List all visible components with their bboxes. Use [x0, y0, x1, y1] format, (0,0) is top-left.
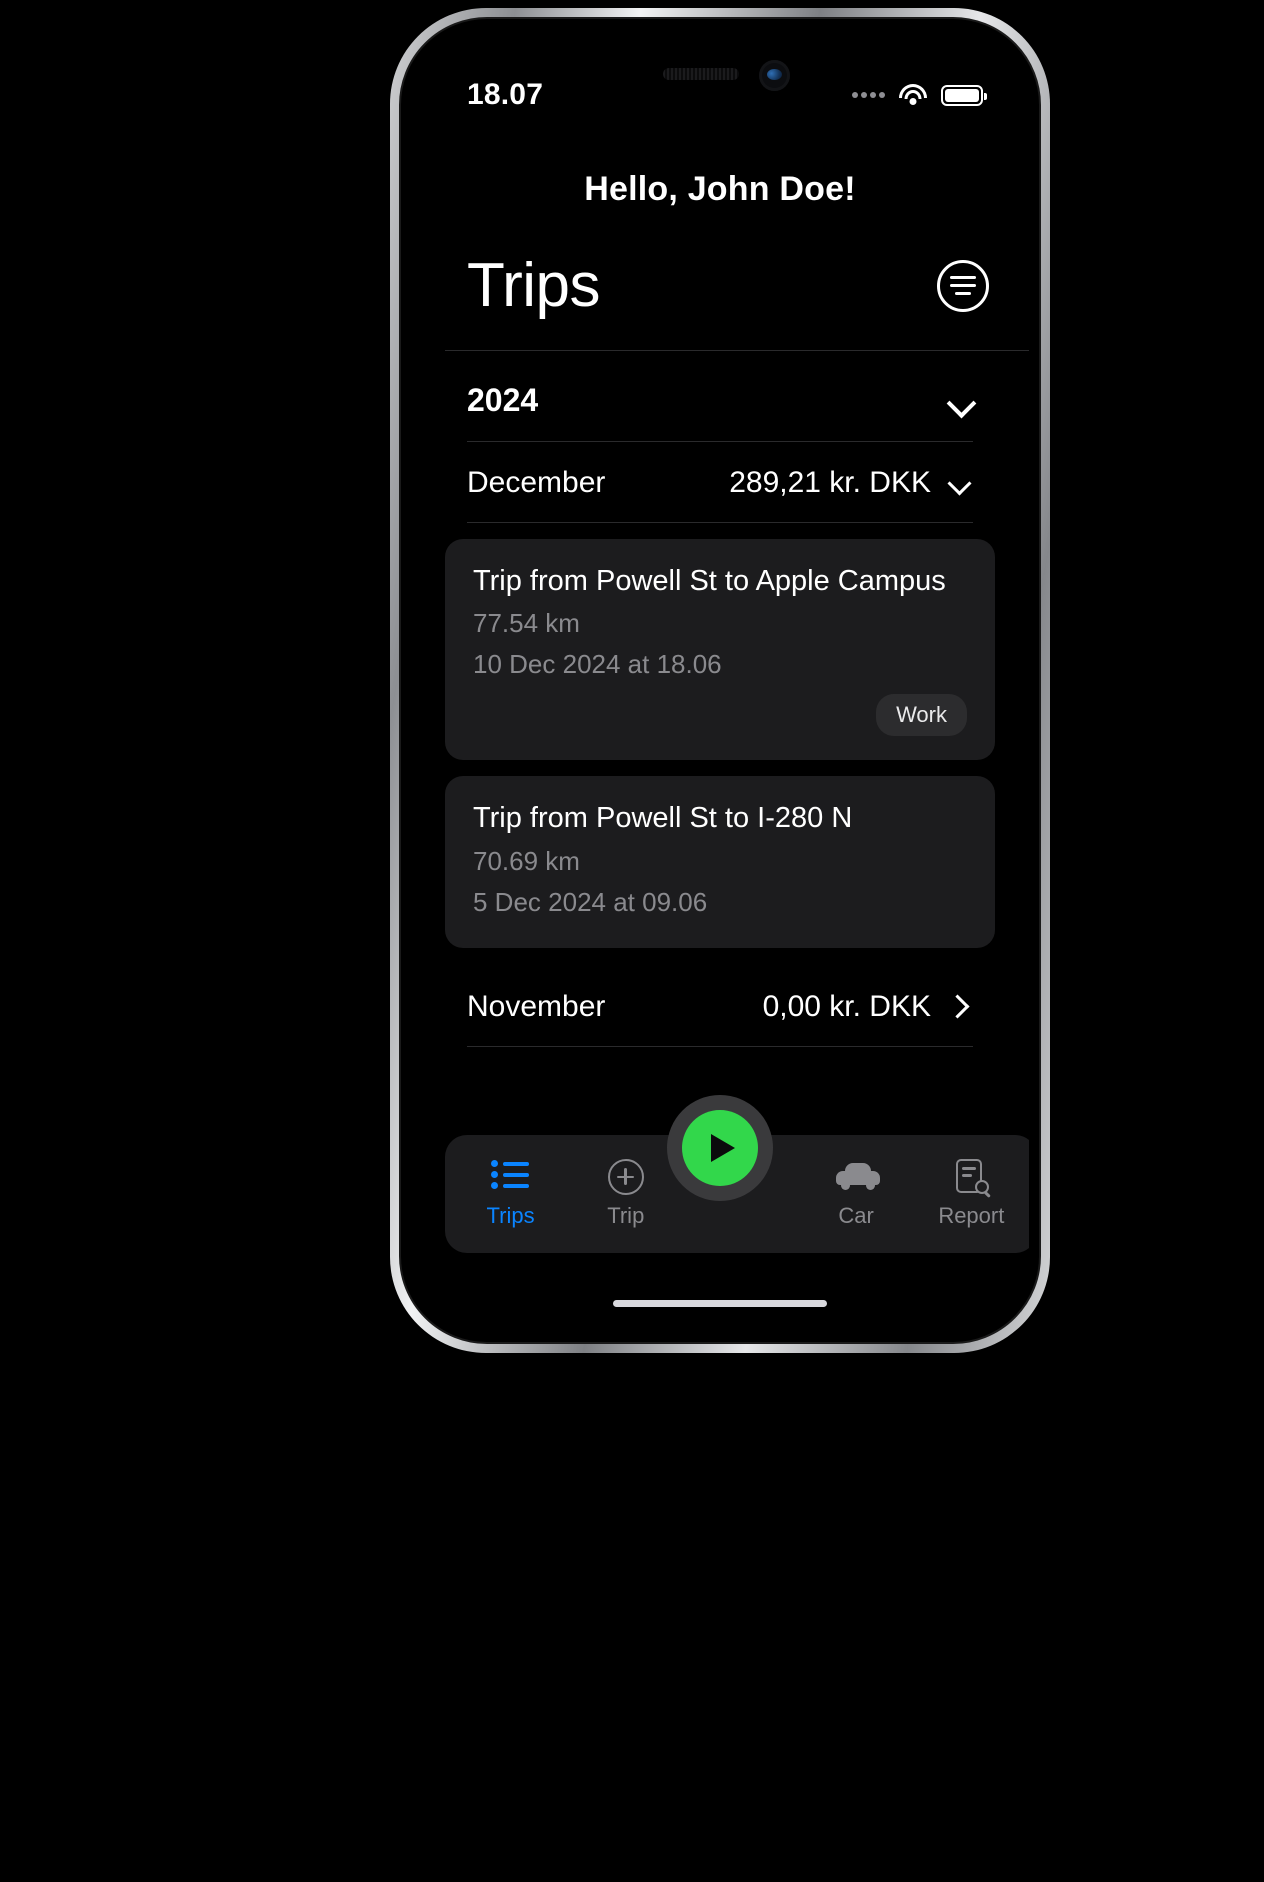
signal-dots-icon	[852, 92, 885, 98]
trip-distance: 77.54 km	[473, 608, 580, 639]
car-icon	[836, 1159, 881, 1193]
record-button-inner	[682, 1110, 758, 1186]
month-summary: 0,00 kr. DKK	[763, 990, 973, 1024]
front-camera	[759, 60, 790, 91]
tab-label: Trip	[607, 1203, 645, 1228]
list-icon	[490, 1159, 531, 1193]
trip-tag-row: Work	[473, 694, 967, 737]
trips-list: 2024 December 289,21 kr. DKK Trip from P…	[411, 358, 1029, 1047]
month-section-header-november[interactable]: November 0,00 kr. DKK	[467, 966, 973, 1047]
trip-card[interactable]: Trip from Powell St to I-280 N 70.69 km …	[445, 776, 995, 948]
status-bar-time: 18.07	[467, 78, 544, 111]
filter-lines-icon[interactable]	[937, 259, 989, 312]
battery-icon	[941, 84, 987, 106]
greeting-title: Hello, John Doe!	[584, 170, 856, 208]
trip-card[interactable]: Trip from Powell St to Apple Campus 77.5…	[445, 539, 995, 761]
home-indicator[interactable]	[613, 1300, 827, 1307]
trip-tag-badge[interactable]: Work	[876, 694, 967, 737]
chevron-down-icon[interactable]	[949, 389, 973, 413]
tab-report[interactable]: Report	[919, 1159, 1023, 1229]
plus-circle-icon	[606, 1159, 646, 1195]
wifi-icon	[898, 84, 928, 106]
trip-title: Trip from Powell St to I-280 N	[473, 802, 853, 835]
play-icon	[711, 1134, 735, 1162]
tab-trip[interactable]: Trip	[574, 1159, 678, 1229]
trip-title: Trip from Powell St to Apple Campus	[473, 565, 946, 597]
phone-screen: 18.07 Hello, John Doe! Trips 2024 Decemb…	[411, 28, 1029, 1333]
trip-datetime: 5 Dec 2024 at 09.06	[473, 886, 708, 917]
trip-distance: 70.69 km	[473, 845, 580, 876]
year-label: 2024	[467, 382, 539, 418]
header-divider	[445, 350, 1029, 351]
month-label: December	[467, 466, 606, 499]
tab-label: Car	[838, 1203, 874, 1228]
month-amount: 0,00 kr. DKK	[762, 989, 931, 1023]
chevron-right-icon[interactable]	[949, 995, 973, 1019]
month-summary: 289,21 kr. DKK	[729, 466, 973, 500]
tab-label: Report	[938, 1203, 1005, 1228]
document-search-icon	[951, 1159, 991, 1194]
tab-trips[interactable]: Trips	[459, 1159, 563, 1229]
screenshot-root: 18.07 Hello, John Doe! Trips 2024 Decemb…	[0, 0, 1264, 1882]
trip-datetime: 10 Dec 2024 at 18.06	[473, 649, 722, 680]
chevron-down-icon[interactable]	[949, 471, 973, 495]
phone-mockup-frame: 18.07 Hello, John Doe! Trips 2024 Decemb…	[390, 8, 1050, 1353]
month-section-header-december[interactable]: December 289,21 kr. DKK	[467, 442, 973, 523]
month-label: November	[467, 989, 606, 1023]
month-amount: 289,21 kr. DKK	[729, 466, 931, 499]
status-bar-indicators	[852, 84, 987, 106]
page-title: Trips	[467, 251, 600, 320]
navigation-bar: Trips	[411, 250, 1029, 321]
year-section-header[interactable]: 2024	[467, 358, 973, 442]
earpiece-speaker	[663, 68, 739, 80]
tab-car[interactable]: Car	[804, 1159, 908, 1229]
tab-label: Trips	[486, 1203, 535, 1228]
record-trip-button[interactable]	[667, 1095, 773, 1201]
dynamic-island	[615, 56, 825, 108]
